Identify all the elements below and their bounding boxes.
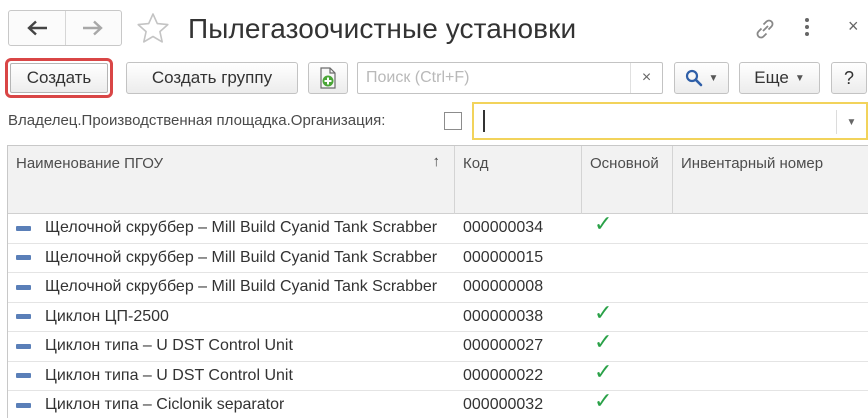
column-label: Наименование ПГОУ — [16, 155, 164, 172]
table-row[interactable]: Циклон типа – Ciclonik separator 0000000… — [8, 391, 868, 418]
item-icon — [16, 284, 31, 290]
table-row[interactable]: Циклон типа – U DST Control Unit 0000000… — [8, 362, 868, 391]
search-box: × — [357, 62, 663, 94]
cell-name: Циклон типа – U DST Control Unit — [16, 332, 454, 361]
cell-code: 000000032 — [463, 396, 544, 414]
cell-code: 000000027 — [463, 337, 544, 355]
search-input[interactable] — [358, 63, 628, 93]
close-icon[interactable]: × — [848, 16, 859, 36]
check-icon: ✓ — [594, 302, 613, 325]
item-icon — [16, 314, 31, 320]
filter-input[interactable]: ▼ — [472, 102, 868, 140]
cell-name: Щелочной скруббер – Mill Build Cyanid Ta… — [16, 214, 454, 243]
page-title: Пылегазоочистные установки — [188, 13, 577, 44]
cell-main — [594, 273, 624, 302]
table-row[interactable]: Щелочной скруббер – Mill Build Cyanid Ta… — [8, 214, 868, 244]
check-icon: ✓ — [594, 332, 613, 355]
create-button[interactable]: Создать — [10, 63, 108, 93]
copy-add-icon — [320, 67, 336, 89]
cell-main — [594, 244, 624, 273]
cell-main: ✓ — [594, 214, 624, 243]
filter-label: Владелец.Производственная площадка.Орган… — [8, 112, 386, 129]
column-header-name[interactable]: Наименование ПГОУ ↑ — [8, 146, 455, 214]
table-body: Щелочной скруббер – Mill Build Cyanid Ta… — [8, 214, 868, 418]
cell-name: Циклон типа – Ciclonik separator — [16, 391, 454, 418]
item-icon — [16, 402, 31, 408]
cell-name: Щелочной скруббер – Mill Build Cyanid Ta… — [16, 244, 454, 273]
star-icon[interactable] — [136, 12, 170, 49]
column-header-main[interactable]: Основной — [582, 146, 673, 214]
cell-main: ✓ — [594, 303, 624, 332]
table-row[interactable]: Щелочной скруббер – Mill Build Cyanid Ta… — [8, 244, 868, 273]
column-header-code[interactable]: Код — [455, 146, 582, 214]
item-icon — [16, 373, 31, 379]
copy-button[interactable] — [308, 62, 348, 94]
check-icon: ✓ — [594, 361, 613, 384]
magnifier-icon — [685, 69, 702, 87]
forward-button[interactable] — [64, 11, 122, 45]
cell-code: 000000034 — [463, 219, 544, 237]
cell-main: ✓ — [594, 362, 624, 391]
search-clear-button[interactable]: × — [630, 63, 662, 93]
column-label: Основной — [590, 155, 659, 172]
table-row[interactable]: Щелочной скруббер – Mill Build Cyanid Ta… — [8, 273, 868, 303]
item-icon — [16, 343, 31, 349]
vertical-dots-icon[interactable] — [803, 14, 811, 45]
cell-code: 000000008 — [463, 278, 544, 296]
navigation-buttons — [8, 10, 122, 46]
table-header: Наименование ПГОУ ↑ Код Основной Инвента… — [8, 146, 868, 214]
check-icon: ✓ — [594, 391, 613, 414]
cell-name: Щелочной скруббер – Mill Build Cyanid Ta… — [16, 273, 454, 302]
cell-code: 000000022 — [463, 366, 544, 384]
more-button[interactable]: Еще ▼ — [739, 62, 820, 94]
more-label: Еще — [754, 68, 789, 87]
data-table: Наименование ПГОУ ↑ Код Основной Инвента… — [7, 145, 868, 418]
cell-main: ✓ — [594, 391, 624, 418]
chevron-down-icon[interactable]: ▼ — [836, 110, 866, 134]
back-button[interactable] — [9, 11, 65, 45]
column-label: Инвентарный номер — [681, 155, 824, 172]
create-group-button[interactable]: Создать группу — [126, 62, 298, 94]
arrow-left-icon — [26, 20, 47, 36]
link-icon[interactable] — [752, 16, 778, 47]
check-icon: ✓ — [594, 214, 613, 237]
cell-name: Циклон типа – U DST Control Unit — [16, 362, 454, 391]
cell-main: ✓ — [594, 332, 624, 361]
table-row[interactable]: Циклон типа – U DST Control Unit 0000000… — [8, 332, 868, 362]
create-button-highlight: Создать — [5, 58, 113, 98]
chevron-down-icon: ▼ — [794, 72, 805, 84]
item-icon — [16, 255, 31, 261]
column-header-inventory[interactable]: Инвентарный номер — [673, 146, 868, 214]
sort-ascending-icon: ↑ — [432, 153, 441, 170]
arrow-right-icon — [83, 20, 104, 36]
item-icon — [16, 225, 31, 231]
cell-name: Циклон ЦП-2500 — [16, 303, 454, 332]
cell-code: 000000015 — [463, 248, 544, 266]
filter-checkbox[interactable] — [444, 112, 462, 130]
text-cursor — [483, 110, 485, 132]
table-row[interactable]: Циклон ЦП-2500 000000038 ✓ — [8, 303, 868, 332]
find-button[interactable]: ▼ — [674, 62, 729, 94]
chevron-down-icon: ▼ — [708, 72, 719, 84]
cell-code: 000000038 — [463, 307, 544, 325]
column-label: Код — [463, 155, 489, 172]
help-button[interactable]: ? — [831, 62, 867, 94]
